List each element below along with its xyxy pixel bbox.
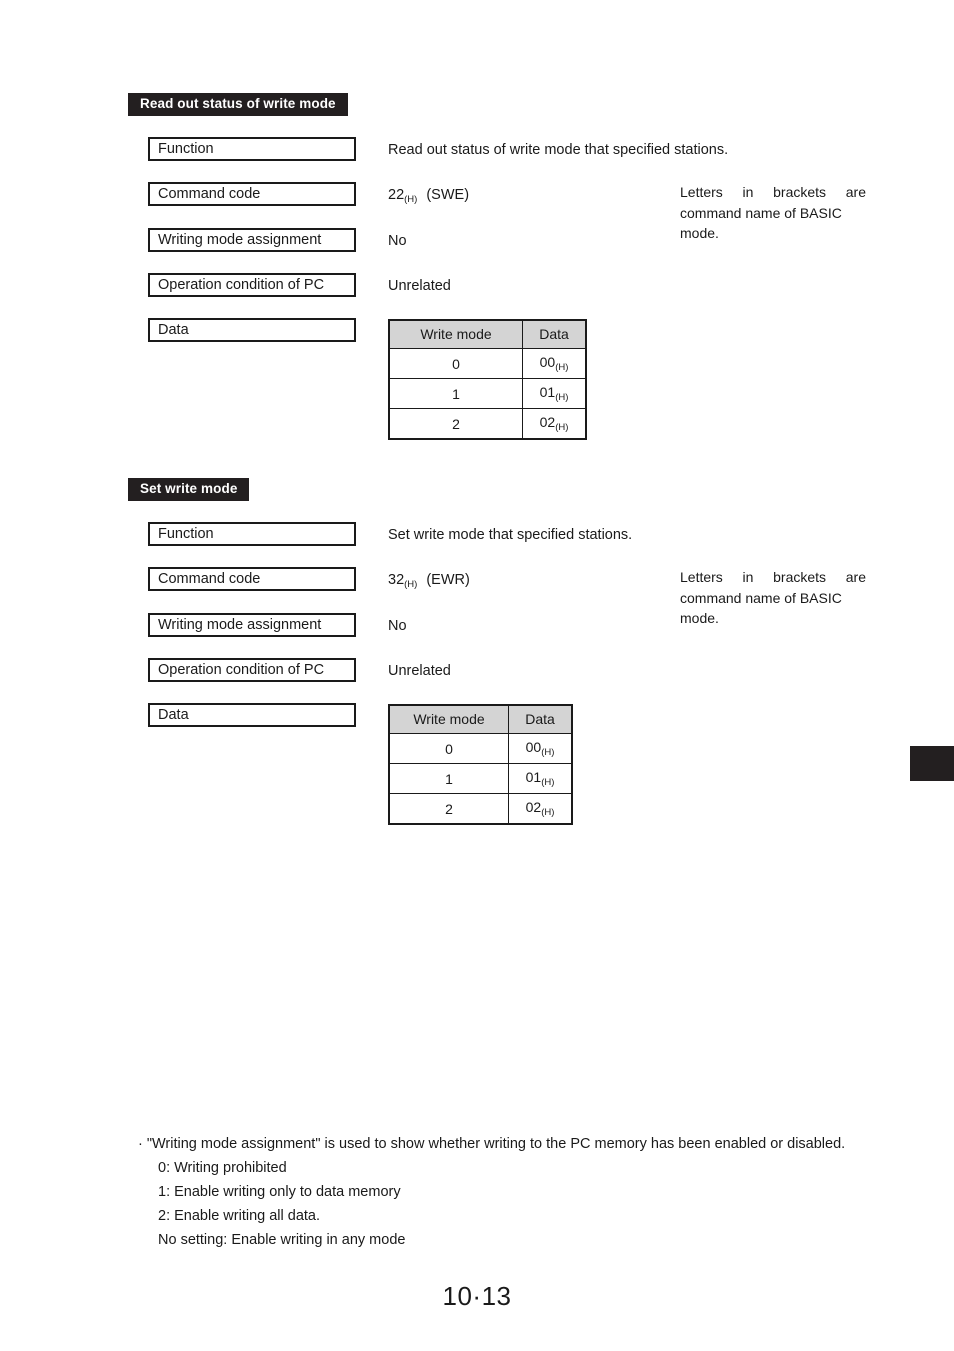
- command-code-hex-subscript: (H): [404, 194, 418, 205]
- value-writing-mode-assignment: No: [388, 233, 407, 249]
- cell-data: 02(H): [508, 793, 573, 825]
- value-function-2: Set write mode that specified stations.: [388, 527, 633, 543]
- cell-data: 00(H): [508, 733, 573, 764]
- side-note-line-2: command name of BASIC: [680, 589, 842, 606]
- cell-data-value: 02: [525, 799, 542, 815]
- section-banner-set-write-mode: Set write mode: [128, 478, 250, 501]
- command-code-hex-subscript-2: (H): [404, 579, 418, 590]
- value-command-code: 22(H) (SWE): [388, 186, 469, 206]
- cell-data: 02(H): [522, 408, 587, 440]
- header-write-mode: Write mode: [388, 319, 523, 349]
- note-item-3: No setting: Enable writing in any mode: [158, 1232, 406, 1248]
- label-box-command-code-2: Command code: [148, 567, 356, 591]
- command-code-number: 22: [388, 187, 405, 203]
- cell-write-mode: 0: [388, 733, 509, 764]
- cell-write-mode: 1: [388, 378, 523, 409]
- side-note-line-3: mode.: [680, 225, 719, 241]
- write-mode-data-table-1: Write mode Data 0 00(H) 1 01(H) 2 02(H): [388, 319, 587, 440]
- table-row: 1 01(H): [388, 378, 587, 409]
- document-page: Read out status of write mode Function C…: [0, 0, 954, 1351]
- cell-data-hex-subscript: (H): [555, 362, 569, 373]
- side-note-line-1: Letters in brackets are: [680, 569, 866, 585]
- table-row: 2 02(H): [388, 408, 587, 440]
- cell-write-mode: 2: [388, 408, 523, 440]
- cell-data-hex-subscript: (H): [541, 747, 555, 758]
- command-code-basic-name-2: (EWR): [426, 572, 470, 588]
- cell-write-mode: 1: [388, 763, 509, 794]
- cell-write-mode: 2: [388, 793, 509, 825]
- cell-data-hex-subscript: (H): [541, 807, 555, 818]
- side-note-line-3: mode.: [680, 610, 719, 626]
- label-box-data-2: Data: [148, 703, 356, 727]
- table-row: 0 00(H): [388, 348, 587, 379]
- value-writing-mode-assignment-2: No: [388, 618, 407, 634]
- label-box-data: Data: [148, 318, 356, 342]
- label-box-function-2: Function: [148, 522, 356, 546]
- header-write-mode: Write mode: [388, 704, 509, 734]
- cell-data: 01(H): [522, 378, 587, 409]
- chapter-tab-marker: [910, 746, 954, 781]
- note-bullet: · "Writing mode assignment" is used to s…: [138, 1136, 846, 1152]
- label-box-writing-mode-assignment: Writing mode assignment: [148, 228, 356, 252]
- label-box-operation-condition-of-pc-2: Operation condition of PC: [148, 658, 356, 682]
- write-mode-data-table-2: Write mode Data 0 00(H) 1 01(H) 2 02(H): [388, 704, 573, 825]
- cell-data: 01(H): [508, 763, 573, 794]
- table-row: 1 01(H): [388, 763, 573, 794]
- side-note-line-1: Letters in brackets are: [680, 184, 866, 200]
- cell-data-hex-subscript: (H): [555, 422, 569, 433]
- cell-data-hex-subscript: (H): [541, 777, 555, 788]
- cell-data-value: 02: [539, 414, 556, 430]
- table-header-row: Write mode Data: [388, 704, 573, 734]
- page-number: 10·13: [442, 1281, 512, 1311]
- cell-data-value: 00: [525, 739, 542, 755]
- table-row: 2 02(H): [388, 793, 573, 825]
- side-note-brackets-2: Letters in brackets are command name of …: [680, 567, 866, 629]
- label-box-operation-condition-of-pc: Operation condition of PC: [148, 273, 356, 297]
- cell-data-value: 01: [539, 384, 556, 400]
- side-note-line-2: command name of BASIC: [680, 204, 842, 221]
- value-operation-condition-of-pc-2: Unrelated: [388, 663, 451, 679]
- value-operation-condition-of-pc: Unrelated: [388, 278, 451, 294]
- note-item-2: 2: Enable writing all data.: [158, 1208, 321, 1224]
- command-code-basic-name: (SWE): [426, 187, 470, 203]
- header-data: Data: [508, 704, 573, 734]
- label-box-function: Function: [148, 137, 356, 161]
- header-data: Data: [522, 319, 587, 349]
- value-function: Read out status of write mode that speci…: [388, 142, 729, 158]
- label-box-writing-mode-assignment-2: Writing mode assignment: [148, 613, 356, 637]
- cell-data: 00(H): [522, 348, 587, 379]
- side-note-brackets: Letters in brackets are command name of …: [680, 182, 866, 244]
- footer-notes: · "Writing mode assignment" is used to s…: [138, 1132, 868, 1252]
- table-header-row: Write mode Data: [388, 319, 587, 349]
- cell-write-mode: 0: [388, 348, 523, 379]
- cell-data-value: 01: [525, 769, 542, 785]
- cell-data-hex-subscript: (H): [555, 392, 569, 403]
- section-banner-read-out-status: Read out status of write mode: [128, 93, 348, 116]
- label-box-command-code: Command code: [148, 182, 356, 206]
- table-row: 0 00(H): [388, 733, 573, 764]
- command-code-number-2: 32: [388, 572, 405, 588]
- note-item-1: 1: Enable writing only to data memory: [158, 1184, 401, 1200]
- value-command-code-2: 32(H) (EWR): [388, 571, 470, 591]
- note-item-0: 0: Writing prohibited: [158, 1160, 287, 1176]
- cell-data-value: 00: [539, 354, 556, 370]
